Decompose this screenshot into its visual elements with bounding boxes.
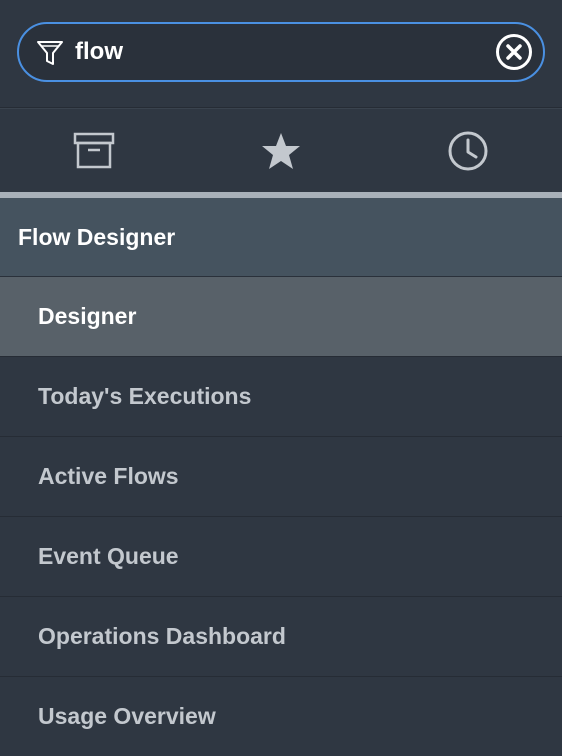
menu-item-label: Active Flows [38, 463, 179, 489]
clock-icon [448, 131, 488, 170]
menu-item-label: Operations Dashboard [38, 623, 286, 649]
menu-header-flow-designer[interactable]: Flow Designer [0, 198, 562, 277]
menu-item-usage-overview[interactable]: Usage Overview [0, 677, 562, 756]
menu-item-operations-dashboard[interactable]: Operations Dashboard [0, 597, 562, 677]
navigator-tabs [0, 108, 562, 192]
menu-item-designer[interactable]: Designer [0, 277, 562, 357]
menu-item-label: Usage Overview [38, 703, 216, 729]
menu-item-label: Today's Executions [38, 383, 252, 409]
tab-all-applications[interactable] [0, 109, 187, 192]
menu-header-label: Flow Designer [18, 223, 176, 250]
search-input[interactable] [75, 32, 475, 72]
clear-search-icon[interactable] [495, 33, 533, 71]
tab-favorites[interactable] [187, 109, 374, 192]
menu-item-active-flows[interactable]: Active Flows [0, 437, 562, 517]
filter-icon [37, 41, 63, 65]
menu-item-label: Event Queue [38, 543, 179, 569]
menu-item-todays-executions[interactable]: Today's Executions [0, 357, 562, 437]
menu-item-event-queue[interactable]: Event Queue [0, 517, 562, 597]
tab-history[interactable] [375, 109, 562, 192]
application-navigator: Flow Designer Designer Today's Execution… [0, 0, 562, 756]
menu-item-label: Designer [38, 303, 137, 329]
star-icon [261, 132, 300, 169]
search-row [0, 0, 562, 108]
search-box[interactable] [17, 22, 545, 82]
archive-icon [73, 132, 114, 168]
